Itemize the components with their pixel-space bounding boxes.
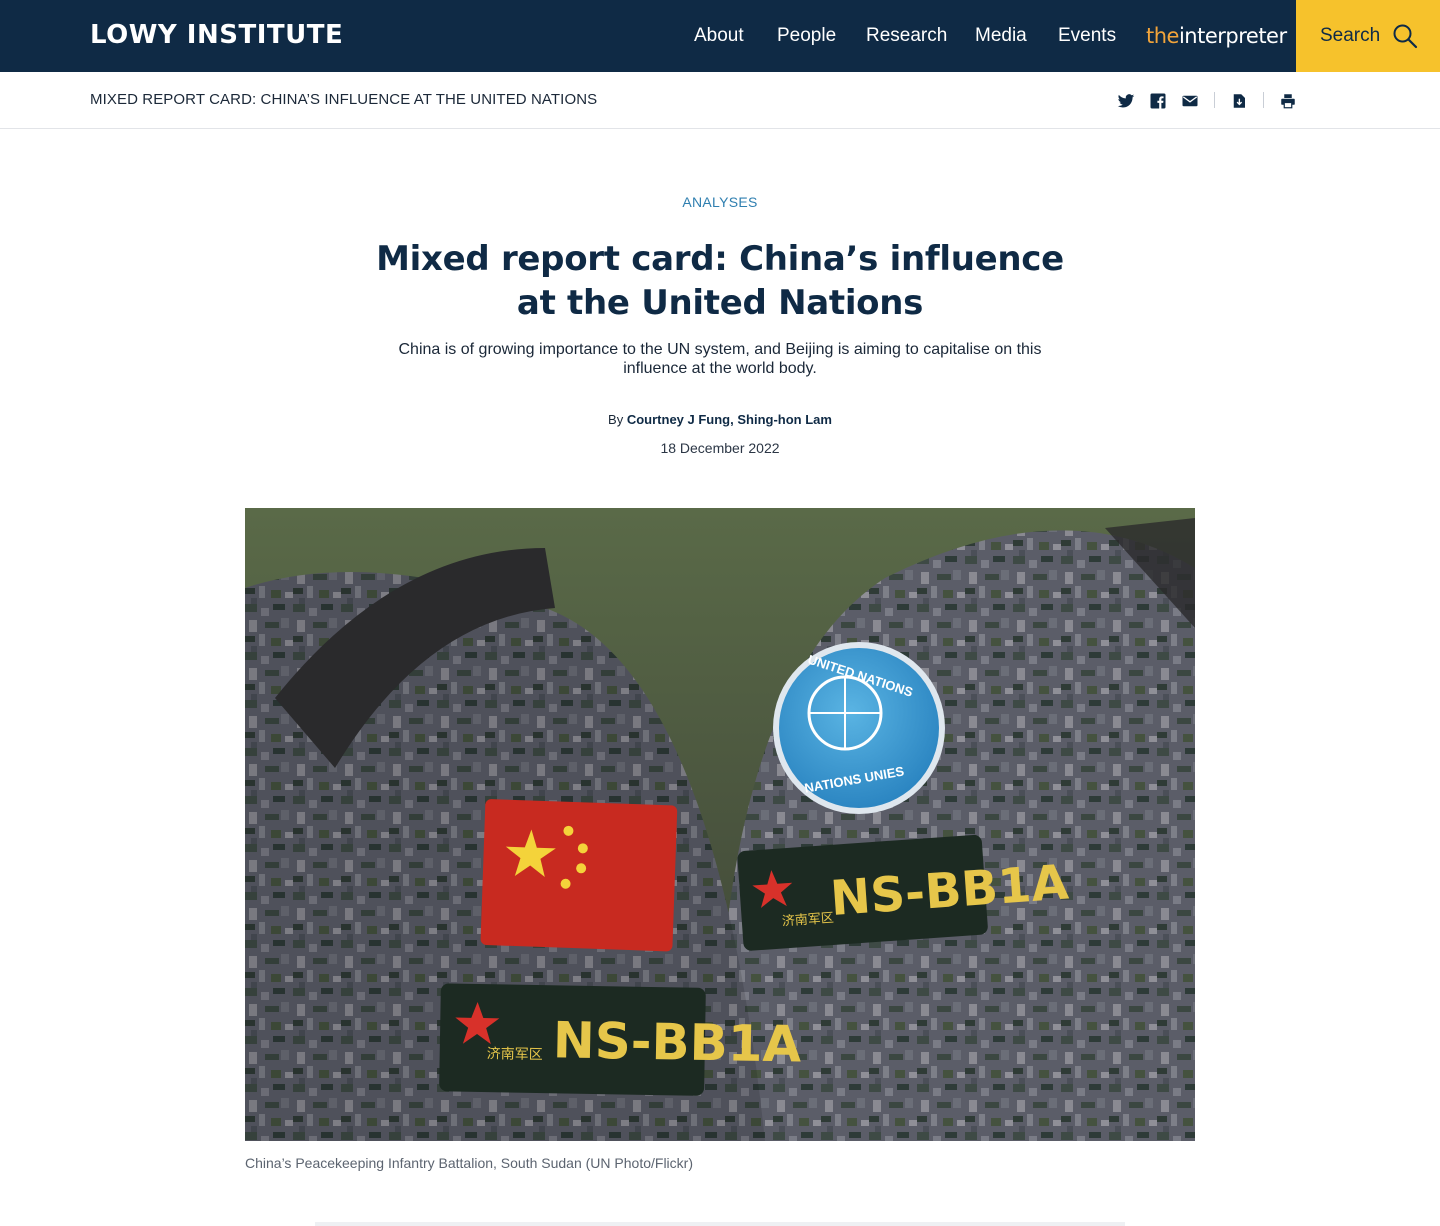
top-navigation-bar: LOWY INSTITUTE About People Research Med… (0, 0, 1440, 72)
patch-cn-text-2: 济南军区 (487, 1046, 543, 1063)
twitter-icon[interactable] (1117, 92, 1135, 110)
nav-research[interactable]: Research (866, 25, 947, 47)
share-divider (1263, 92, 1264, 108)
content-divider (315, 1222, 1125, 1226)
article-title-bar: MIXED REPORT CARD: CHINA’S INFLUENCE AT … (0, 72, 1440, 129)
nav-people[interactable]: People (777, 25, 836, 47)
article-category[interactable]: ANALYSES (0, 194, 1440, 210)
nav-about[interactable]: About (694, 25, 744, 47)
search-icon (1393, 24, 1418, 49)
download-icon[interactable] (1230, 92, 1248, 110)
patch-unit-text-2: NS-BB1A (552, 1011, 802, 1073)
search-button-label: Search (1320, 25, 1381, 46)
author-links[interactable]: Courtney J Fung, Shing-hon Lam (627, 412, 832, 427)
subbar-article-title: MIXED REPORT CARD: CHINA’S INFLUENCE AT … (90, 91, 598, 108)
article-title: Mixed report card: China’s influence at … (376, 239, 1064, 323)
interpreter-suffix: interpreter (1178, 24, 1287, 48)
byline-prefix: By (608, 412, 624, 427)
article-date: 18 December 2022 (660, 440, 780, 456)
search-button[interactable]: Search (1296, 0, 1440, 72)
article-byline: By Courtney J Fung, Shing-hon Lam (0, 412, 1440, 427)
nav-the-interpreter[interactable]: theinterpreter (1146, 24, 1287, 48)
nav-media[interactable]: Media (975, 25, 1027, 47)
email-icon[interactable] (1181, 92, 1199, 110)
site-logo[interactable]: LOWY INSTITUTE (90, 20, 343, 50)
hero-photo-illustration: UNITED NATIONS NATIONS UNIES 济南军区 NS-BB1… (245, 508, 1195, 1141)
image-caption: China’s Peacekeeping Infantry Battalion,… (245, 1155, 693, 1171)
interpreter-prefix: the (1146, 24, 1179, 48)
hero-image: UNITED NATIONS NATIONS UNIES 济南军区 NS-BB1… (245, 508, 1195, 1141)
print-icon[interactable] (1279, 92, 1297, 110)
nav-events[interactable]: Events (1058, 25, 1116, 47)
share-divider (1214, 92, 1215, 108)
article-standfirst: China is of growing importance to the UN… (398, 341, 1042, 377)
facebook-icon[interactable] (1149, 92, 1167, 110)
